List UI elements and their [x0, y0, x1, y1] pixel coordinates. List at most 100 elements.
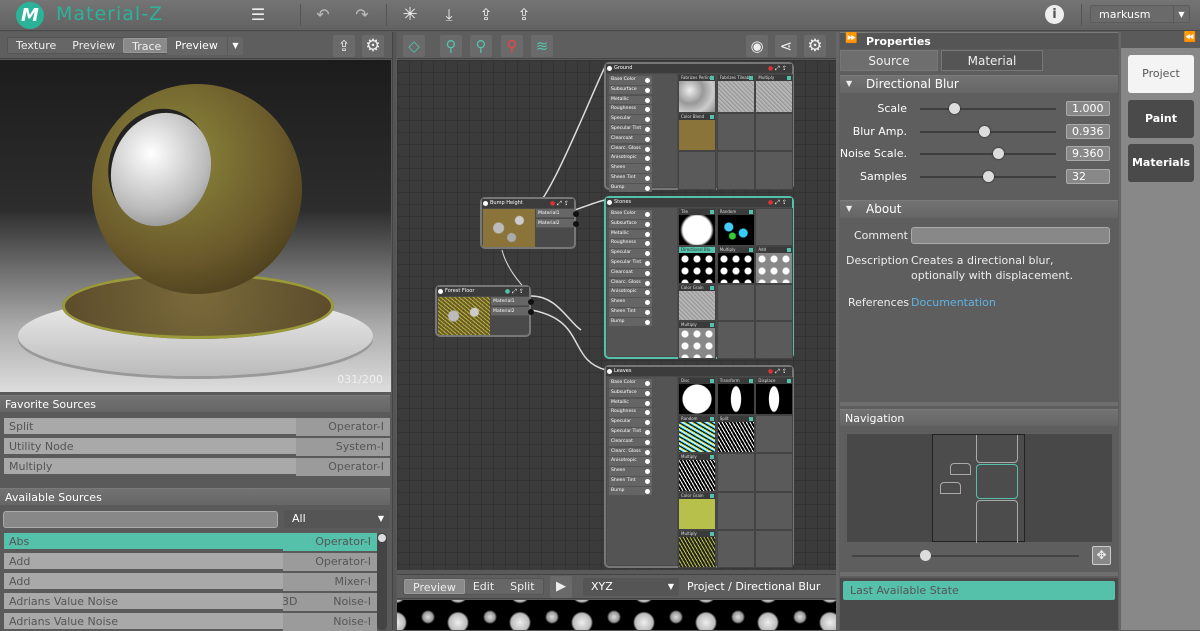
history-item[interactable]: Last Available State	[843, 581, 1115, 600]
operator-tile[interactable]: Multiply	[678, 529, 716, 568]
expand-icon[interactable]: ⤢	[775, 199, 782, 206]
port-dot[interactable]	[645, 107, 650, 113]
export-icon[interactable]: ⇪	[519, 288, 526, 295]
node-output-port[interactable]	[607, 369, 612, 374]
source-search-input[interactable]	[3, 511, 278, 528]
port-label[interactable]: Specular	[609, 115, 652, 124]
zoom-slider-knob[interactable]	[919, 550, 931, 561]
port-dot[interactable]	[645, 270, 650, 276]
port-dot[interactable]	[645, 410, 650, 416]
param-value-input[interactable]: 1.000	[1066, 101, 1110, 116]
remove-node-icon[interactable]: ◇	[403, 35, 425, 57]
param-value-input[interactable]: 9.360	[1066, 146, 1110, 161]
port-dot[interactable]	[645, 97, 650, 103]
output-port[interactable]	[573, 221, 579, 227]
port-dot[interactable]	[645, 166, 650, 172]
operator-tile[interactable]: Disc	[678, 377, 716, 416]
splitter-left[interactable]	[392, 32, 396, 630]
operator-tile[interactable]: Transform	[716, 377, 755, 416]
node-input-port[interactable]	[438, 289, 443, 294]
asterisk-icon[interactable]: ✳	[399, 5, 421, 25]
port-dot[interactable]	[645, 136, 650, 142]
operator-tile[interactable]: Multiply	[678, 321, 716, 359]
port-dot[interactable]	[645, 156, 650, 162]
collapse-left-icon[interactable]: ⏪	[1121, 32, 1200, 48]
port-label[interactable]: Specular Tint	[609, 125, 652, 134]
redo-icon[interactable]: ↷	[351, 5, 373, 25]
port-label[interactable]: Specular Tint	[609, 259, 652, 268]
port-dot[interactable]	[645, 390, 650, 396]
output-port[interactable]	[573, 211, 579, 217]
port-label[interactable]: Anisotropic	[609, 288, 652, 297]
source-row[interactable]: Abs Operator-I	[4, 533, 377, 551]
source-list-scrollbar[interactable]	[377, 533, 387, 630]
operator-tile[interactable]: Directional Blur	[678, 245, 716, 284]
tab-bottom-edit[interactable]: Edit	[465, 579, 502, 594]
mixer-node[interactable]: Bump Height ●⤢⇪ Material1 Material2	[480, 197, 579, 249]
port-dot[interactable]	[645, 319, 650, 325]
export-icon[interactable]: ⇪	[782, 199, 789, 206]
user-menu[interactable]: markusm ▼	[1090, 5, 1190, 24]
zoom-slider[interactable]	[852, 550, 1079, 561]
undo-icon[interactable]: ↶	[312, 5, 334, 25]
port-dot[interactable]	[645, 251, 650, 257]
info-icon[interactable]: i	[1045, 5, 1064, 24]
collapse-triangle-icon[interactable]: ▼	[846, 204, 852, 213]
collapse-triangle-icon[interactable]: ▼	[846, 79, 852, 88]
port-dot[interactable]	[645, 420, 650, 426]
port-label[interactable]: Roughness	[609, 105, 652, 114]
documentation-link[interactable]: Documentation	[911, 296, 996, 309]
node-graph-canvas[interactable]: Ground ●⤢⇪ Base Color Subsurface Metallic Rou…	[397, 60, 836, 570]
material-node[interactable]: Leaves ●⤢⇪ Base Color Subsurface Metallic Rou…	[604, 365, 794, 568]
tree-remove-icon[interactable]: ⚲	[501, 35, 523, 57]
port-label[interactable]: Anisotropic	[609, 154, 652, 163]
tab-bottom-split[interactable]: Split	[502, 579, 542, 594]
port-label[interactable]: Base Color	[609, 210, 652, 219]
node-header[interactable]: Bump Height ●⤢⇪	[482, 199, 574, 208]
source-row[interactable]: Multiply Operator-I	[4, 458, 390, 476]
expand-icon[interactable]: ⤢	[557, 200, 564, 207]
operator-tile[interactable]: Color Blend	[678, 112, 716, 152]
source-row[interactable]: Add Operator-I	[4, 553, 377, 571]
material-node[interactable]: Stones ●⤢⇪ Base Color Subsurface Metallic Rou…	[604, 196, 794, 359]
collapse-right-icon[interactable]: ⏩	[845, 33, 857, 44]
port-label[interactable]: Subsurface	[609, 219, 652, 229]
port-dot[interactable]	[645, 290, 650, 296]
port-dot[interactable]	[645, 381, 650, 386]
operator-tile[interactable]: Fabrizes Perlin N	[678, 74, 716, 113]
port-dot[interactable]	[645, 300, 650, 306]
port-label[interactable]: Sheen Tint	[609, 308, 652, 317]
node-header[interactable]: Stones ●⤢⇪	[606, 198, 792, 207]
param-slider[interactable]	[920, 170, 1056, 182]
port-label[interactable]: Subsurface	[609, 388, 652, 398]
port-dot[interactable]	[645, 241, 650, 247]
param-slider[interactable]	[920, 125, 1056, 137]
operator-tile[interactable]: Multiply	[678, 453, 716, 492]
operator-tile[interactable]: Color Grain	[678, 283, 716, 322]
node-header[interactable]: Forest Floor ●⤢⇪	[437, 287, 529, 296]
tab-material[interactable]: Material	[941, 50, 1043, 71]
mode-select[interactable]: XYZ ▼	[583, 578, 679, 596]
param-value-input[interactable]: 0.936	[1066, 123, 1110, 139]
port-dot[interactable]	[645, 479, 650, 484]
export-icon[interactable]: ⇪	[782, 368, 789, 375]
operator-tile[interactable]: Displace	[755, 377, 794, 416]
tab-source[interactable]: Source	[840, 50, 938, 71]
expand-icon[interactable]: ⤢	[512, 288, 519, 295]
port-label[interactable]: Clearcoat	[609, 134, 652, 144]
expand-icon[interactable]: ⤢	[775, 368, 782, 375]
port-dot[interactable]	[645, 310, 650, 315]
upload-plus-icon[interactable]: ⇪	[513, 5, 535, 25]
param-slider-knob[interactable]	[992, 148, 1004, 159]
node-header[interactable]: Ground ●⤢⇪	[606, 64, 792, 73]
port-dot[interactable]	[645, 127, 650, 132]
port-dot[interactable]	[645, 231, 650, 237]
node-header[interactable]: Leaves ●⤢⇪	[606, 367, 792, 376]
operator-tile[interactable]: Multiply	[755, 74, 794, 113]
scrollbar-thumb[interactable]	[378, 534, 386, 542]
param-slider-knob[interactable]	[949, 103, 960, 114]
source-row[interactable]: Add Mixer-I	[4, 573, 377, 591]
tab-texture[interactable]: Texture	[8, 38, 64, 53]
minimap-viewport[interactable]	[932, 434, 1025, 543]
layers-remove-icon[interactable]: ≋	[531, 35, 553, 57]
